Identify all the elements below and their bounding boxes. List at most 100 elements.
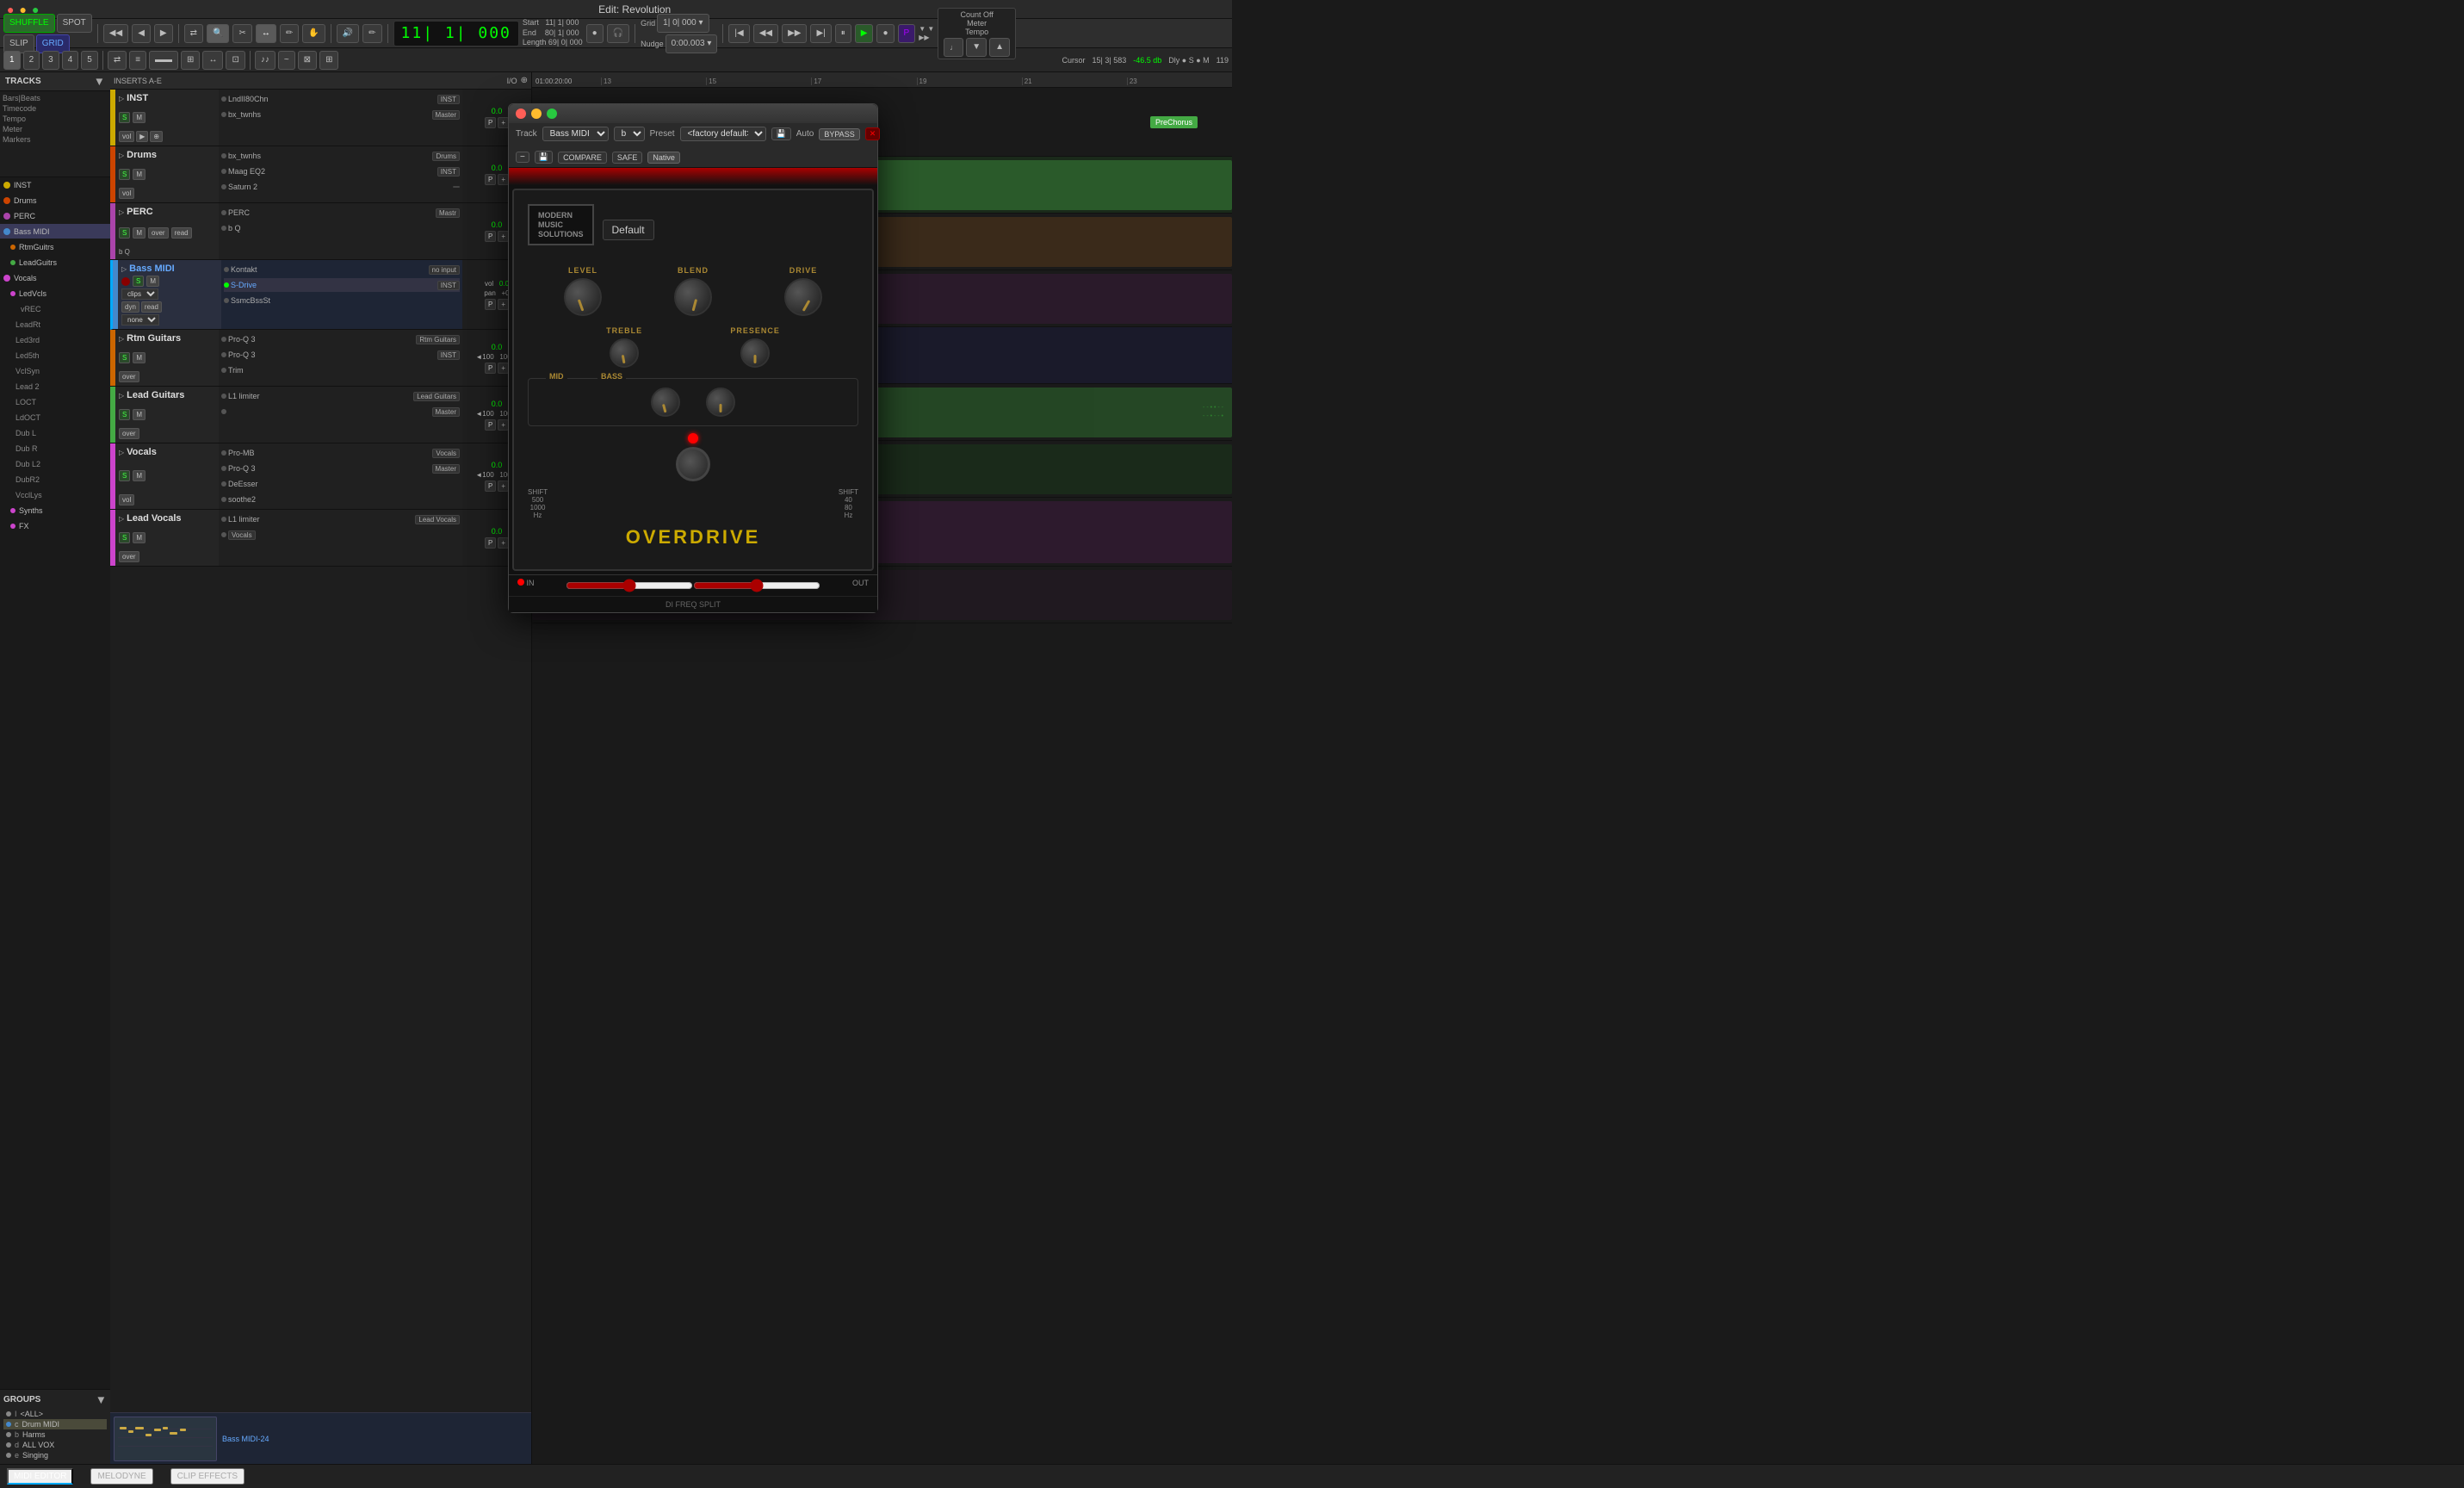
- perc-collapse[interactable]: ▷: [119, 208, 124, 216]
- preset-select[interactable]: <factory default>: [680, 127, 766, 141]
- presence-knob[interactable]: [740, 338, 770, 368]
- bassmidi-m-btn[interactable]: M: [146, 276, 159, 287]
- bassmidi-clip-select[interactable]: clips: [121, 288, 158, 300]
- list-item-bass-midi[interactable]: Bass MIDI: [0, 224, 110, 239]
- list-item[interactable]: Drums: [0, 193, 110, 208]
- tab-midi-editor[interactable]: MIDI EDITOR: [7, 1468, 73, 1485]
- drums-collapse[interactable]: ▷: [119, 152, 124, 159]
- blend-knob[interactable]: [674, 278, 712, 316]
- grid-toggle[interactable]: ⊞: [181, 51, 200, 70]
- view-toggle[interactable]: ≡: [129, 51, 146, 70]
- minimize-dot[interactable]: [531, 108, 542, 119]
- mid-knob[interactable]: [651, 388, 680, 417]
- preset-save-btn[interactable]: 💾: [771, 127, 791, 140]
- list-item[interactable]: LedVcls: [0, 286, 110, 301]
- lead-vocals-p-btn[interactable]: P: [485, 537, 496, 549]
- pencil2-button[interactable]: ✏: [362, 24, 381, 43]
- inst-vol-btn[interactable]: vol: [119, 131, 134, 142]
- inst-m-btn[interactable]: M: [133, 112, 145, 123]
- channel-select[interactable]: b: [614, 127, 645, 141]
- inst-collapse[interactable]: ▷: [119, 95, 124, 102]
- list-item[interactable]: VclSyn: [0, 363, 110, 379]
- bass-knob[interactable]: [706, 388, 735, 417]
- midi-toggle[interactable]: ♪♪: [255, 51, 275, 70]
- group-item-all-vox[interactable]: d ALL VOX: [3, 1440, 107, 1450]
- tempo-down[interactable]: ▼: [966, 38, 987, 57]
- fit-all[interactable]: ⊞: [319, 51, 338, 70]
- bassmidi-s-btn[interactable]: S: [133, 276, 144, 287]
- perc-m-btn[interactable]: M: [133, 227, 145, 239]
- list-item[interactable]: Dub L: [0, 425, 110, 441]
- loop-toggle[interactable]: ⇄: [108, 51, 127, 70]
- track-num-5[interactable]: 5: [81, 51, 98, 70]
- rtm-s-btn[interactable]: S: [119, 352, 130, 363]
- tab-clip-effects[interactable]: CLIP EFFECTS: [170, 1468, 245, 1485]
- list-item[interactable]: Lead 2: [0, 379, 110, 394]
- list-item[interactable]: Dub L2: [0, 456, 110, 472]
- record-ready-button[interactable]: ●: [586, 24, 604, 43]
- waveform-toggle[interactable]: ▬▬: [149, 51, 178, 70]
- bassmidi-read-btn[interactable]: read: [141, 301, 162, 313]
- group-item-drum-midi[interactable]: c Drum MIDI: [3, 1419, 107, 1429]
- go-end-button[interactable]: ▶|: [810, 24, 831, 43]
- track-num-2[interactable]: 2: [23, 51, 40, 70]
- perc-read-btn[interactable]: read: [171, 227, 192, 239]
- save-icon[interactable]: 💾: [535, 151, 553, 164]
- drums-p-btn[interactable]: P: [485, 174, 496, 185]
- bypass-button[interactable]: BYPASS: [819, 128, 859, 140]
- list-item[interactable]: VcclLys: [0, 487, 110, 503]
- rtm-m-btn[interactable]: M: [133, 352, 145, 363]
- bassmidi-p-btn[interactable]: P: [485, 299, 496, 310]
- spot-button[interactable]: SPOT: [57, 14, 92, 33]
- track-num-4[interactable]: 4: [62, 51, 79, 70]
- rw-button[interactable]: ◀◀: [753, 24, 778, 43]
- level-knob[interactable]: [564, 278, 602, 316]
- vocals-vol-btn[interactable]: vol: [119, 494, 134, 505]
- vocals-m-btn[interactable]: M: [133, 470, 145, 481]
- list-item[interactable]: LeadGuitrs: [0, 255, 110, 270]
- back-button[interactable]: ◀◀: [103, 24, 128, 43]
- list-item[interactable]: LdOCT: [0, 410, 110, 425]
- loop-play-button[interactable]: P: [898, 24, 916, 43]
- bassmidi-collapse[interactable]: ▷: [121, 265, 127, 273]
- group-item-all[interactable]: I <ALL>: [3, 1409, 107, 1419]
- nudge-select[interactable]: 0:00.003 ▾: [666, 34, 718, 53]
- list-item[interactable]: INST: [0, 177, 110, 193]
- list-item[interactable]: Vocals: [0, 270, 110, 286]
- inserts-expand[interactable]: ⊕: [521, 76, 528, 85]
- perc-p-btn[interactable]: P: [485, 231, 496, 242]
- output-level-slider[interactable]: [693, 579, 820, 592]
- trim-button[interactable]: ✂: [232, 24, 251, 43]
- lead-gtr-over-btn[interactable]: over: [119, 428, 139, 439]
- monitor-button[interactable]: 🔊: [337, 24, 359, 43]
- zoom-button[interactable]: 🔍: [207, 24, 229, 43]
- compare-button[interactable]: COMPARE: [558, 152, 607, 164]
- bassmidi-dyn-btn[interactable]: dyn: [121, 301, 139, 313]
- rtm-collapse[interactable]: ▷: [119, 335, 124, 343]
- group-item-harms[interactable]: b Harms: [3, 1429, 107, 1440]
- grid-select[interactable]: 1| 0| 000 ▾: [657, 14, 709, 33]
- drums-vol-btn[interactable]: vol: [119, 188, 134, 199]
- list-item[interactable]: Led3rd: [0, 332, 110, 348]
- lead-gtr-s-btn[interactable]: S: [119, 409, 130, 420]
- rewind-button[interactable]: ◀: [132, 24, 151, 43]
- shuffle-button[interactable]: SHUFFLE: [3, 14, 55, 33]
- insert-row-sdrive[interactable]: S-Drive INST: [224, 278, 460, 292]
- list-item[interactable]: Led5th: [0, 348, 110, 363]
- plugin-close-button[interactable]: ✕: [865, 127, 881, 140]
- list-item[interactable]: FX: [0, 518, 110, 534]
- pencil-button[interactable]: ✏: [280, 24, 299, 43]
- monitor-toggle[interactable]: 🎧: [607, 24, 629, 43]
- list-item[interactable]: Synths: [0, 503, 110, 518]
- vocals-collapse[interactable]: ▷: [119, 449, 124, 456]
- group-item-singing[interactable]: e Singing: [3, 1450, 107, 1460]
- expand-toggle[interactable]: ↔: [202, 51, 223, 70]
- perc-over-btn[interactable]: over: [148, 227, 169, 239]
- drums-m-btn[interactable]: M: [133, 169, 145, 180]
- inst-p-btn[interactable]: P: [485, 117, 496, 128]
- select-button[interactable]: ↔: [256, 24, 276, 43]
- tracks-menu[interactable]: ▼: [94, 75, 105, 88]
- lead-vocals-s-btn[interactable]: S: [119, 532, 130, 543]
- go-start-button[interactable]: |◀: [728, 24, 749, 43]
- loop-button[interactable]: ⇄: [184, 24, 203, 43]
